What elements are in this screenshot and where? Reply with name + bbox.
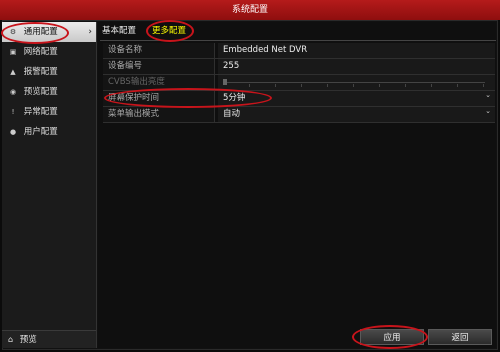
device-number-input[interactable]: 255 bbox=[218, 59, 495, 74]
device-name-input[interactable]: Embedded Net DVR bbox=[218, 43, 495, 58]
tab-divider bbox=[100, 40, 496, 41]
sidebar-item-general[interactable]: ⚙ 通用配置 › bbox=[2, 22, 96, 42]
sidebar-item-label: 异常配置 bbox=[23, 107, 58, 117]
setting-label: 屏幕保护时间 bbox=[103, 91, 215, 106]
slider-tick bbox=[379, 84, 380, 87]
apply-button[interactable]: 应用 bbox=[360, 329, 424, 345]
sidebar: ⚙ 通用配置 › ▣ 网络配置 ▲ 报警配置 ◉ 预览配置 ! 异常配置 ● 用… bbox=[2, 22, 97, 348]
slider-tick bbox=[483, 84, 484, 87]
screensaver-time-select[interactable]: 5分钟 bbox=[218, 91, 495, 106]
menu-output-mode-select[interactable]: 自动 bbox=[218, 107, 495, 122]
tab-bar: 基本配置 更多配置 bbox=[100, 22, 494, 40]
user-icon: ● bbox=[9, 128, 17, 136]
sidebar-item-label: 网络配置 bbox=[23, 47, 58, 57]
setting-row-device-name: 设备名称 Embedded Net DVR bbox=[103, 43, 495, 59]
chevron-down-icon[interactable]: ⌄ bbox=[485, 91, 491, 99]
settings-table: 设备名称 Embedded Net DVR 设备编号 255 CVBS输出亮度 … bbox=[103, 43, 495, 123]
tab-more-config[interactable]: 更多配置 bbox=[152, 24, 186, 38]
slider-tick bbox=[405, 84, 406, 87]
window-title: 系统配置 bbox=[231, 5, 268, 15]
window-title-bar: 系统配置 bbox=[0, 0, 500, 20]
sidebar-item-alarm[interactable]: ▲ 报警配置 bbox=[2, 62, 96, 82]
setting-label: 菜单输出模式 bbox=[103, 107, 215, 122]
preview-button[interactable]: ⌂ 预览 bbox=[2, 330, 96, 348]
slider-knob[interactable] bbox=[223, 79, 227, 85]
cvbs-brightness-slider[interactable] bbox=[223, 79, 485, 87]
chevron-right-icon: › bbox=[88, 27, 92, 37]
setting-label: 设备名称 bbox=[103, 43, 215, 58]
slider-tick bbox=[275, 84, 276, 87]
alarm-icon: ▲ bbox=[10, 68, 16, 76]
sidebar-item-label: 预览配置 bbox=[23, 87, 58, 97]
sidebar-item-preview-config[interactable]: ◉ 预览配置 bbox=[2, 82, 96, 102]
tab-basic-config[interactable]: 基本配置 bbox=[102, 24, 136, 38]
slider-tick bbox=[327, 84, 328, 87]
eye-icon: ◉ bbox=[9, 88, 17, 96]
preview-label: 预览 bbox=[19, 335, 37, 345]
setting-label: 设备编号 bbox=[103, 59, 215, 74]
sidebar-item-network[interactable]: ▣ 网络配置 bbox=[2, 42, 96, 62]
slider-tick bbox=[301, 84, 302, 87]
setting-row-cvbs-brightness: CVBS输出亮度 bbox=[103, 75, 495, 91]
slider-tick bbox=[249, 84, 250, 87]
slider-tick bbox=[353, 84, 354, 87]
sidebar-item-label: 报警配置 bbox=[23, 67, 58, 77]
sidebar-item-exception[interactable]: ! 异常配置 bbox=[2, 102, 96, 122]
back-button[interactable]: 返回 bbox=[428, 329, 492, 345]
setting-label: CVBS输出亮度 bbox=[103, 75, 215, 90]
slider-tick bbox=[431, 84, 432, 87]
setting-row-device-number: 设备编号 255 bbox=[103, 59, 495, 75]
gear-icon: ⚙ bbox=[9, 28, 17, 36]
sidebar-item-label: 通用配置 bbox=[23, 27, 58, 37]
network-icon: ▣ bbox=[9, 48, 17, 56]
home-icon: ⌂ bbox=[8, 335, 14, 344]
setting-row-menu-output-mode: 菜单输出模式 自动 ⌄ bbox=[103, 107, 495, 123]
sidebar-item-label: 用户配置 bbox=[23, 127, 58, 137]
chevron-down-icon[interactable]: ⌄ bbox=[485, 107, 491, 115]
slider-tick bbox=[457, 84, 458, 87]
setting-row-screensaver-time: 屏幕保护时间 5分钟 ⌄ bbox=[103, 91, 495, 107]
exclamation-icon: ! bbox=[11, 108, 15, 116]
sidebar-item-user[interactable]: ● 用户配置 bbox=[2, 122, 96, 142]
